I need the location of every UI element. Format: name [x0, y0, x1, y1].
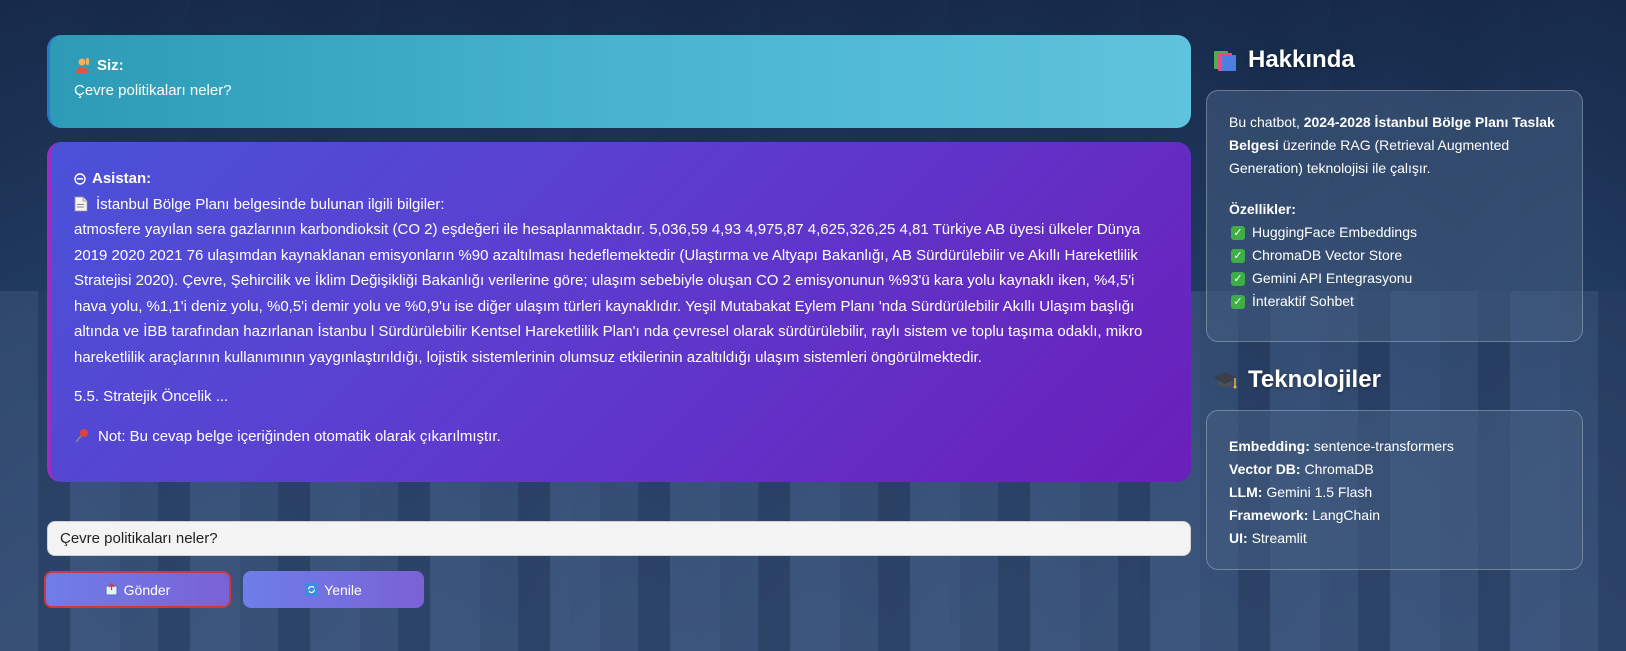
outbox-icon — [105, 583, 118, 596]
check-icon: ✓ — [1231, 225, 1245, 240]
pushpin-icon — [74, 428, 90, 444]
assistant-label: Asistan: — [92, 170, 152, 187]
features-title: Özellikler: — [1229, 201, 1296, 217]
assistant-section-text: 5.5. Stratejik Öncelik ... — [74, 388, 229, 405]
feature-item: ✓ Gemini API Entegrasyonu — [1229, 267, 1560, 290]
chat-area: Siz: Çevre politikaları neler? Asistan: … — [47, 35, 1191, 482]
tech-row: Vector DB: ChromaDB — [1229, 458, 1560, 481]
user-message-card: Siz: Çevre politikaları neler? — [47, 35, 1191, 128]
tech-key: Embedding: — [1229, 438, 1310, 454]
send-button[interactable]: Gönder — [44, 571, 231, 608]
tech-value: LangChain — [1312, 507, 1380, 523]
assistant-message-card: Asistan: İstanbul Bölge Planı belgesinde… — [47, 142, 1191, 482]
feature-label: Gemini API Entegrasyonu — [1252, 270, 1413, 286]
assistant-intro-text: İstanbul Bölge Planı belgesinde bulunan … — [96, 195, 445, 213]
user-label: Siz: — [97, 57, 124, 74]
feature-item: ✓ HuggingFace Embeddings — [1229, 221, 1560, 244]
tech-key: Framework: — [1229, 507, 1309, 523]
sidebar: Hakkında Bu chatbot, 2024-2028 İstanbul … — [1206, 40, 1583, 570]
about-description: Bu chatbot, 2024-2028 İstanbul Bölge Pla… — [1229, 111, 1560, 180]
send-button-label: Gönder — [123, 581, 171, 598]
tech-title: Teknolojiler — [1248, 366, 1381, 393]
tech-row: Framework: LangChain — [1229, 504, 1560, 527]
refresh-icon — [305, 583, 319, 596]
user-label-row: Siz: — [74, 57, 1167, 74]
check-icon: ✓ — [1231, 248, 1245, 263]
feature-label: HuggingFace Embeddings — [1252, 224, 1417, 240]
feature-item: ✓ İnteraktif Sohbet — [1229, 290, 1560, 313]
refresh-button[interactable]: Yenile — [243, 571, 424, 608]
assistant-note-text: Not: Bu cevap belge içeriğinden otomatik… — [98, 427, 501, 445]
assistant-intro-row: İstanbul Bölge Planı belgesinde bulunan … — [74, 192, 1167, 218]
assistant-label-row: Asistan: — [74, 166, 1167, 192]
about-card: Bu chatbot, 2024-2028 İstanbul Bölge Pla… — [1206, 90, 1583, 342]
tech-value: Streamlit — [1251, 530, 1307, 546]
tech-row: UI: Streamlit — [1229, 527, 1560, 550]
refresh-button-label: Yenile — [324, 581, 362, 598]
robot-icon — [74, 173, 86, 185]
tech-value: sentence-transformers — [1313, 438, 1454, 454]
question-input[interactable] — [47, 521, 1191, 556]
feature-label: İnteraktif Sohbet — [1252, 293, 1354, 309]
document-icon — [74, 196, 88, 212]
tech-value: Gemini 1.5 Flash — [1266, 484, 1373, 500]
check-icon: ✓ — [1231, 294, 1245, 309]
tech-key: UI: — [1229, 530, 1248, 546]
tech-row: LLM: Gemini 1.5 Flash — [1229, 481, 1560, 504]
tech-card: Embedding: sentence-transformers Vector … — [1206, 410, 1583, 570]
books-icon — [1212, 47, 1238, 73]
person-raising-hand-icon — [74, 57, 91, 74]
about-title: Hakkında — [1248, 46, 1355, 73]
tech-heading: Teknolojiler — [1206, 360, 1583, 400]
tech-value: ChromaDB — [1304, 461, 1374, 477]
assistant-body-text: atmosfere yayılan sera gazlarının karbon… — [74, 221, 1143, 366]
feature-label: ChromaDB Vector Store — [1252, 247, 1403, 263]
check-icon: ✓ — [1231, 271, 1245, 286]
graduation-cap-icon — [1212, 367, 1238, 393]
user-message-text: Çevre politikaları neler? — [74, 82, 232, 99]
tech-row: Embedding: sentence-transformers — [1229, 435, 1560, 458]
tech-key: LLM: — [1229, 484, 1263, 500]
about-heading: Hakkında — [1206, 40, 1583, 80]
tech-key: Vector DB: — [1229, 461, 1301, 477]
about-text-pre: Bu chatbot, — [1229, 114, 1304, 130]
feature-item: ✓ ChromaDB Vector Store — [1229, 244, 1560, 267]
assistant-note-row: Not: Bu cevap belge içeriğinden otomatik… — [74, 424, 1167, 450]
